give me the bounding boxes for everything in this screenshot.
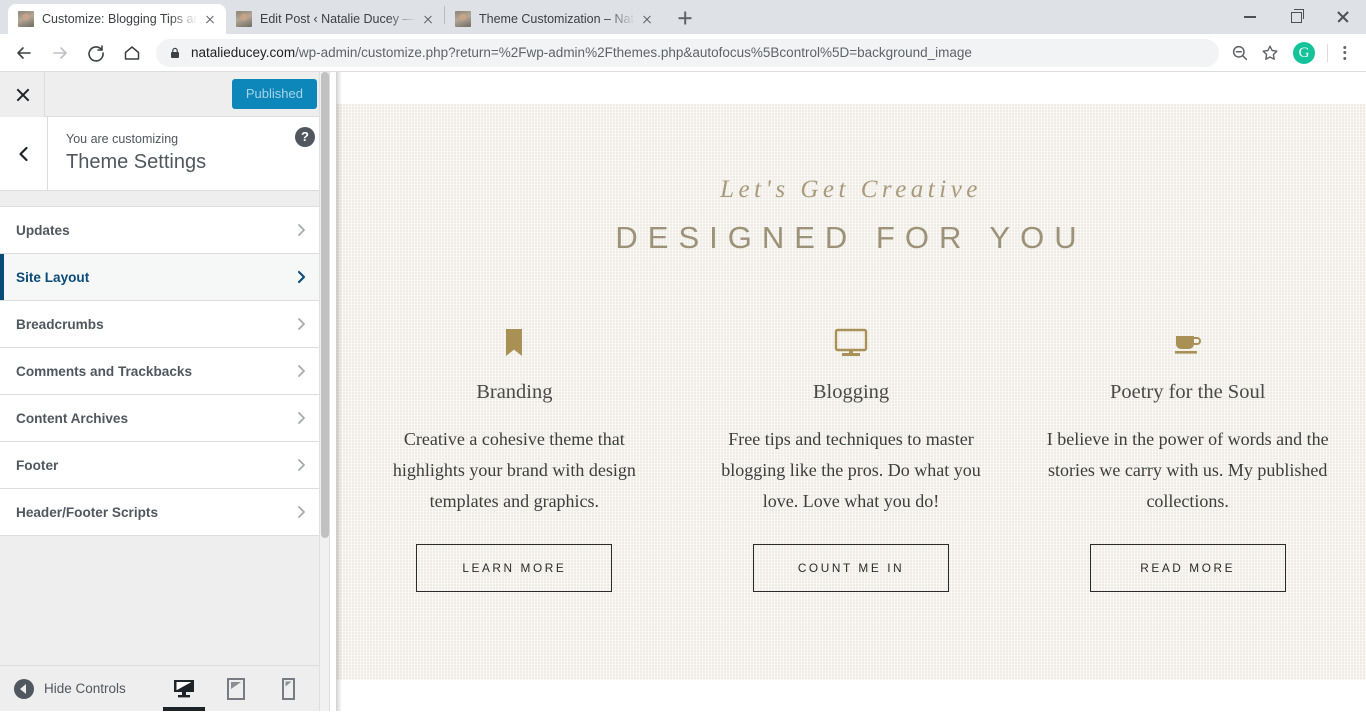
panel-title-bar: You are customizing Theme Settings ? (0, 117, 329, 191)
feature-column-poetry: Poetry for the Soul I believe in the pow… (1019, 324, 1356, 592)
sidebar-item-header-footer-scripts[interactable]: Header/Footer Scripts (0, 489, 329, 536)
feature-columns: Branding Creative a cohesive theme that … (336, 324, 1366, 592)
customizing-label: You are customizing (66, 132, 179, 146)
tab-title: Edit Post ‹ Natalie Ducey — Word (260, 12, 416, 26)
hero-eyebrow: Let's Get Creative (720, 176, 982, 203)
toolbar-separator (1327, 43, 1328, 62)
customizer-header: Published (0, 71, 329, 117)
customizer-footer: Hide Controls (0, 665, 329, 711)
chevron-right-icon (293, 410, 309, 426)
site-preview[interactable]: Let's Get Creative DESIGNED FOR YOU Bran… (336, 72, 1366, 711)
sidebar-item-site-layout[interactable]: Site Layout (0, 254, 329, 301)
customizer-sidebar: Published You are customizing Theme Sett… (0, 71, 330, 711)
sidebar-empty-area (0, 536, 329, 665)
feature-title: Branding (476, 381, 553, 403)
maximize-icon[interactable] (1274, 0, 1320, 32)
home-icon[interactable] (116, 37, 148, 69)
close-icon[interactable] (1320, 0, 1366, 32)
new-tab-button[interactable] (671, 4, 699, 32)
chevron-right-icon (293, 504, 309, 520)
sidebar-item-label: Comments and Trackbacks (16, 363, 193, 379)
read-more-button[interactable]: READ MORE (1089, 543, 1286, 592)
sidebar-item-label: Site Layout (16, 269, 90, 285)
tab-title: Theme Customization – Natalie (479, 12, 635, 26)
browser-tab-3[interactable]: Theme Customization – Natalie (445, 4, 663, 34)
forward-arrow-icon (44, 37, 76, 69)
hide-controls-label: Hide Controls (44, 681, 126, 696)
chevron-right-icon (293, 363, 309, 379)
sidebar-item-footer[interactable]: Footer (0, 442, 329, 489)
hero-headline: DESIGNED FOR YOU (615, 220, 1087, 255)
feature-column-branding: Branding Creative a cohesive theme that … (346, 324, 683, 592)
star-icon[interactable] (1255, 38, 1285, 68)
tab-favicon (455, 11, 471, 27)
browser-toolbar: natalieducey.com/wp-admin/customize.php?… (0, 34, 1366, 72)
window-controls (1228, 0, 1366, 32)
sidebar-scrollbar[interactable] (319, 72, 329, 711)
bookmark-icon (372, 324, 657, 358)
device-preview-switcher (163, 666, 319, 711)
tab-title: Customize: Blogging Tips and Br (42, 12, 198, 26)
reload-icon[interactable] (80, 37, 112, 69)
sidebar-item-comments-and-trackbacks[interactable]: Comments and Trackbacks (0, 348, 329, 395)
tab-close-icon[interactable] (202, 11, 218, 27)
browser-window: Customize: Blogging Tips and Br Edit Pos… (0, 0, 1366, 712)
address-bar[interactable]: natalieducey.com/wp-admin/customize.php?… (156, 38, 1219, 67)
scrollbar-thumb[interactable] (321, 72, 329, 538)
feature-text: Creative a cohesive theme that highlight… (392, 429, 636, 511)
feature-title: Blogging (812, 381, 890, 403)
panel-spacer (0, 191, 329, 207)
sidebar-item-label: Footer (16, 457, 59, 473)
sidebar-item-label: Updates (16, 222, 70, 238)
sidebar-item-content-archives[interactable]: Content Archives (0, 395, 329, 442)
sidebar-item-label: Content Archives (16, 410, 129, 426)
tab-close-icon[interactable] (639, 11, 655, 27)
back-chevron-icon[interactable] (0, 117, 48, 190)
hero-section: Let's Get Creative DESIGNED FOR YOU Bran… (336, 104, 1366, 680)
sidebar-item-breadcrumbs[interactable]: Breadcrumbs (0, 301, 329, 348)
address-bar-text: natalieducey.com/wp-admin/customize.php?… (191, 45, 972, 60)
tab-favicon (236, 11, 252, 27)
minimize-icon[interactable] (1228, 0, 1274, 32)
sidebar-item-label: Header/Footer Scripts (16, 504, 159, 520)
feature-text: Free tips and techniques to master blogg… (721, 429, 981, 511)
url-path: /wp-admin/customize.php?return=%2Fwp-adm… (295, 45, 972, 60)
learn-more-button[interactable]: LEARN MORE (416, 543, 613, 592)
feature-column-blogging: Blogging Free tips and techniques to mas… (683, 324, 1020, 592)
tab-strip: Customize: Blogging Tips and Br Edit Pos… (0, 0, 1366, 34)
lock-icon (168, 46, 182, 60)
collapse-arrow-icon (14, 678, 34, 699)
browser-tab-2[interactable]: Edit Post ‹ Natalie Ducey — Word (226, 4, 444, 34)
chevron-right-icon (293, 316, 309, 332)
device-mobile-button[interactable] (273, 666, 303, 711)
device-tablet-button[interactable] (221, 666, 251, 711)
customizer-section-list: Updates Site Layout Breadcrumbs Comments… (0, 207, 329, 536)
chevron-right-icon (293, 222, 309, 238)
count-me-in-button[interactable]: COUNT ME IN (753, 543, 949, 592)
help-icon[interactable]: ? (295, 127, 315, 147)
chevron-right-icon (293, 457, 309, 473)
page-title: Theme Settings (66, 151, 207, 174)
back-arrow-icon[interactable] (8, 37, 40, 69)
feature-text: I believe in the power of words and the … (1046, 429, 1329, 511)
feature-title: Poetry for the Soul (1109, 381, 1266, 403)
url-domain: natalieducey.com (191, 45, 296, 60)
kebab-menu-icon[interactable] (1332, 38, 1358, 68)
hide-controls-button[interactable]: Hide Controls (14, 678, 126, 699)
close-customizer-icon[interactable] (0, 71, 45, 117)
browser-tab-1[interactable]: Customize: Blogging Tips and Br (8, 4, 226, 34)
tab-favicon (18, 11, 34, 27)
chevron-right-icon (293, 269, 309, 285)
coffee-cup-icon (1045, 324, 1330, 358)
publish-button[interactable]: Published (231, 78, 317, 110)
sidebar-item-updates[interactable]: Updates (0, 207, 329, 254)
customizer-stage: Let's Get Creative DESIGNED FOR YOU Bran… (0, 71, 1366, 711)
desktop-monitor-icon (709, 324, 994, 358)
extension-avatar[interactable]: G (1293, 41, 1315, 64)
zoom-out-icon[interactable] (1225, 38, 1255, 68)
device-desktop-button[interactable] (163, 666, 205, 711)
tab-close-icon[interactable] (420, 11, 436, 27)
sidebar-item-label: Breadcrumbs (16, 316, 104, 332)
